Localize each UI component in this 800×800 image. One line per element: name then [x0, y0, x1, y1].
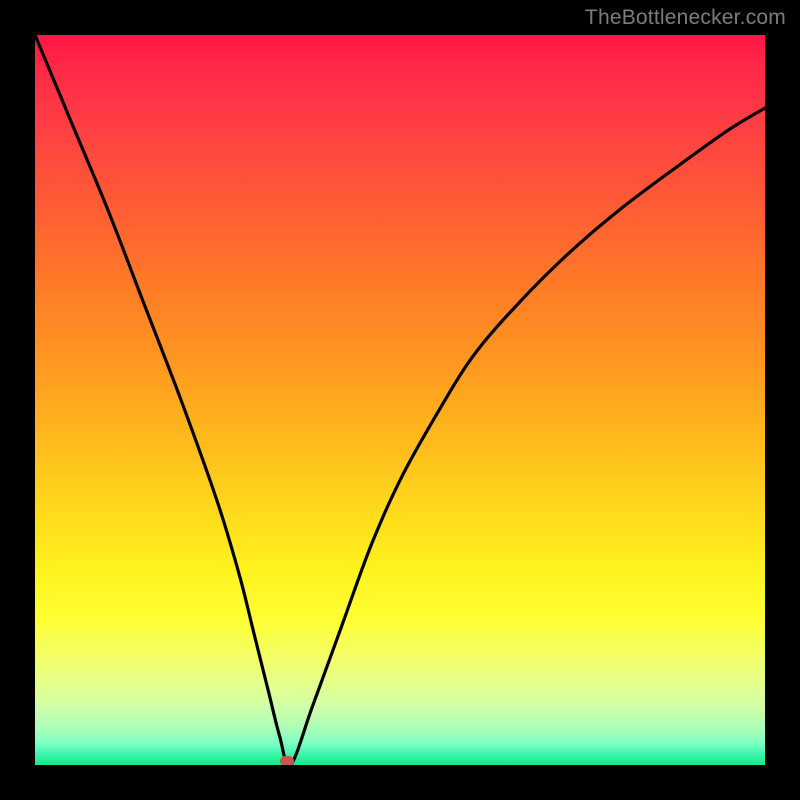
- curve-path: [35, 35, 765, 765]
- plot-area: [35, 35, 765, 765]
- chart-frame: TheBottlenecker.com: [0, 0, 800, 800]
- attribution-label: TheBottlenecker.com: [585, 6, 786, 30]
- bottleneck-curve: [35, 35, 765, 765]
- optimum-marker: [280, 756, 294, 765]
